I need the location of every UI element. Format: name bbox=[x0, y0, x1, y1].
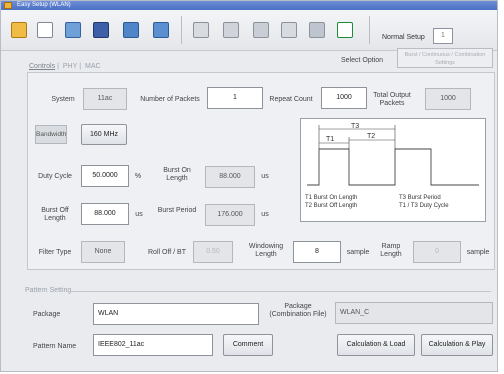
system-label: System bbox=[51, 96, 75, 103]
duty-cycle-unit: % bbox=[134, 173, 142, 180]
toolbar: Normal Setup 1 bbox=[1, 10, 497, 51]
pattern-setting-legend: Pattern Setting bbox=[25, 287, 72, 294]
burst-timing-diagram: T3 T1 T2 T1 Burst On Length T2 Burst Off… bbox=[300, 118, 486, 222]
number-of-packets-label: Number of Packets bbox=[140, 96, 200, 103]
ramp-unit: sample bbox=[466, 249, 490, 256]
package-label: Package bbox=[33, 311, 61, 318]
toolbar-button-duplicate[interactable] bbox=[33, 18, 55, 40]
ramp-length-field: 0 bbox=[413, 241, 461, 263]
legend-t1: T1 Burst On Length bbox=[305, 195, 357, 201]
title-bar: Easy Setup (WLAN) bbox=[1, 1, 497, 10]
export-icon bbox=[153, 22, 169, 38]
toolbar-button-export[interactable] bbox=[149, 18, 171, 40]
bandwidth-button[interactable]: 160 MHz bbox=[81, 124, 127, 145]
number-of-packets-input[interactable]: 1 bbox=[207, 87, 263, 109]
legend-t2: T2 Burst Off Length bbox=[305, 203, 357, 209]
folder-icon bbox=[11, 22, 27, 38]
burst-on-length-label: Burst On Length bbox=[163, 167, 191, 182]
save-icon bbox=[93, 22, 109, 38]
window-title: Easy Setup (WLAN) bbox=[17, 2, 71, 8]
toolbar-button-table[interactable] bbox=[305, 18, 327, 40]
burst-off-length-label: Burst Off Length bbox=[41, 207, 69, 222]
t3-label: T3 bbox=[351, 123, 359, 130]
document-icon bbox=[37, 22, 53, 38]
toolbar-button-open[interactable] bbox=[7, 18, 29, 40]
toolbar-button-graph[interactable] bbox=[189, 18, 211, 40]
burst-waveform: T3 T1 T2 T1 Burst On Length T2 Burst Off… bbox=[305, 123, 479, 209]
ramp-length-label: Ramp Length bbox=[380, 243, 402, 258]
legend-t3: T3 Burst Period bbox=[399, 195, 441, 201]
toolbar-button-constellation[interactable] bbox=[277, 18, 299, 40]
bandwidth-label: Bandwidth bbox=[35, 125, 67, 144]
app-icon bbox=[4, 2, 12, 9]
tab-phy[interactable]: PHY bbox=[63, 63, 77, 70]
total-output-packets-field: 1000 bbox=[425, 88, 471, 110]
select-option-button[interactable]: Burst / Continuous / Combination Setting… bbox=[397, 48, 493, 68]
normal-setup-field[interactable]: 1 bbox=[433, 28, 453, 44]
constellation-icon bbox=[281, 22, 297, 38]
transfer-icon bbox=[123, 22, 139, 38]
filter-type-label: Filter Type bbox=[38, 249, 72, 256]
normal-setup-label: Normal Setup bbox=[382, 34, 425, 41]
burst-period-unit: us bbox=[261, 211, 269, 218]
calculation-play-button[interactable]: Calculation & Play bbox=[421, 334, 493, 356]
toolbar-separator bbox=[369, 16, 370, 44]
select-option-label: Select Option bbox=[341, 57, 384, 64]
windowing-length-label: Windowing Length bbox=[248, 243, 284, 258]
toolbar-button-transfer[interactable] bbox=[119, 18, 141, 40]
ccdf-icon bbox=[253, 22, 269, 38]
burst-off-unit: us bbox=[135, 211, 143, 218]
burst-on-unit: us bbox=[261, 173, 269, 180]
burst-on-length-field: 88.000 bbox=[205, 166, 255, 188]
table-icon bbox=[309, 22, 325, 38]
calculation-load-button[interactable]: Calculation & Load bbox=[337, 334, 415, 356]
import-icon bbox=[65, 22, 81, 38]
package-input[interactable]: WLAN bbox=[93, 303, 259, 325]
package-combination-label: Package (Combination File) bbox=[269, 303, 327, 318]
toolbar-button-save[interactable] bbox=[89, 18, 111, 40]
burst-period-label: Burst Period bbox=[157, 207, 197, 214]
graph-icon bbox=[193, 22, 209, 38]
windowing-length-input[interactable]: 8 bbox=[293, 241, 341, 263]
legend-duty: T1 / T3 Duty Cycle bbox=[399, 203, 449, 209]
t1-label: T1 bbox=[326, 136, 334, 143]
pattern-name-input[interactable]: IEEE802_11ac bbox=[93, 334, 213, 356]
windowing-unit: sample bbox=[346, 249, 370, 256]
system-field[interactable]: 11ac bbox=[83, 88, 127, 110]
toolbar-button-import[interactable] bbox=[61, 18, 83, 40]
toolbar-button-excel[interactable] bbox=[333, 18, 355, 40]
repeat-count-input[interactable]: 1000 bbox=[321, 87, 367, 109]
roll-off-bt-field: 0.50 bbox=[193, 241, 233, 263]
spectrum-icon bbox=[223, 22, 239, 38]
pattern-name-label: Pattern Name bbox=[33, 343, 77, 350]
comment-button[interactable]: Comment bbox=[223, 334, 273, 356]
roll-off-bt-label: Roll Off / BT bbox=[148, 249, 186, 256]
burst-period-field: 176.000 bbox=[205, 204, 255, 226]
total-output-packets-label: Total Output Packets bbox=[373, 92, 411, 107]
duty-cycle-input[interactable]: 50.0000 bbox=[81, 165, 129, 187]
tab-controls[interactable]: Controls bbox=[29, 63, 55, 70]
tab-mac[interactable]: MAC bbox=[85, 63, 101, 70]
tab-bar: Controls | PHY | MAC bbox=[29, 63, 101, 70]
duty-cycle-label: Duty Cycle bbox=[38, 173, 72, 180]
t2-label: T2 bbox=[367, 133, 375, 140]
excel-icon bbox=[337, 22, 353, 38]
easy-setup-window: Easy Setup (WLAN) Normal Setup 1 Select … bbox=[0, 0, 498, 372]
repeat-count-label: Repeat Count bbox=[269, 96, 313, 103]
package-combination-field: WLAN_C bbox=[335, 302, 493, 324]
burst-off-length-input[interactable]: 88.000 bbox=[81, 203, 129, 225]
toolbar-separator bbox=[181, 16, 182, 44]
toolbar-button-ccdf[interactable] bbox=[249, 18, 271, 40]
pattern-setting-divider bbox=[69, 291, 491, 292]
filter-type-field[interactable]: None bbox=[81, 241, 125, 263]
toolbar-button-spectrum[interactable] bbox=[219, 18, 241, 40]
